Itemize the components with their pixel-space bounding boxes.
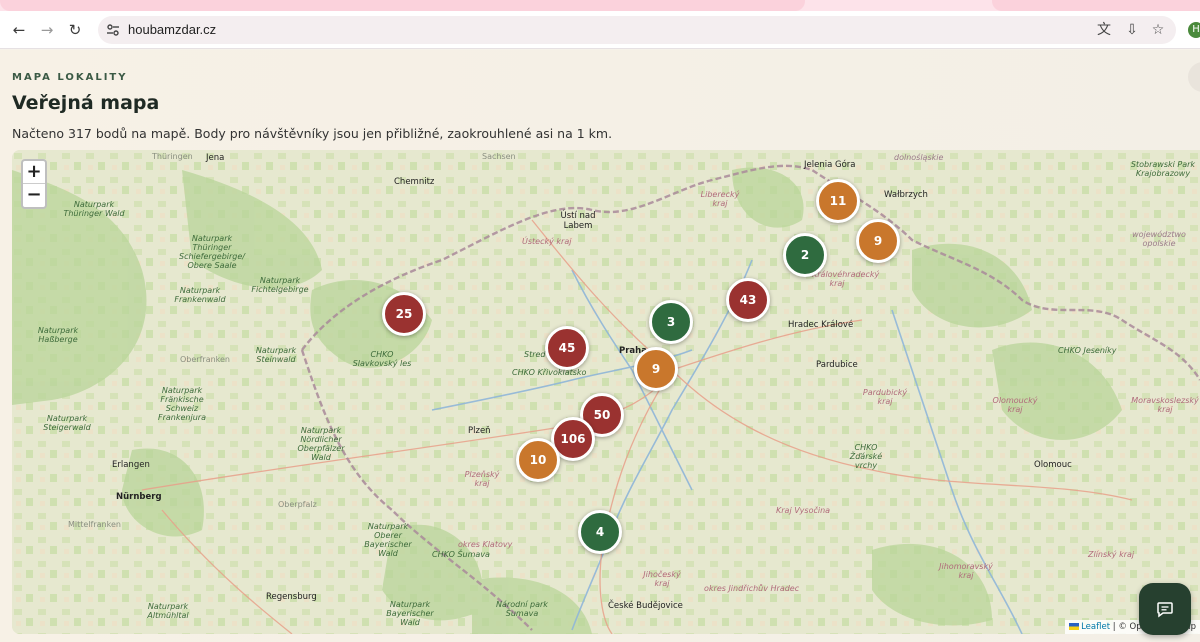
place-label: Královéhradecký kraj — [812, 270, 880, 288]
place-label: Mittelfranken — [68, 520, 121, 529]
place-label: Moravskoslezský kraj — [1131, 396, 1199, 414]
marker-cluster[interactable]: 25 — [382, 292, 426, 336]
place-label: Kraj Vysočina — [776, 506, 831, 515]
place-label: CHKO Jeseníky — [1058, 346, 1117, 355]
chat-icon — [1157, 602, 1173, 618]
marker-cluster[interactable]: 2 — [783, 233, 827, 277]
place-label: Sachsen — [482, 152, 516, 161]
place-label: Stobrawski Park Krajobrazowy — [1130, 160, 1196, 178]
place-label: Naturpark Bayerischer Wald — [386, 600, 434, 627]
page-content: MAPA LOKALITY Veřejná mapa Načteno 317 b… — [0, 50, 1200, 642]
place-label: Naturpark Frankenwald — [174, 286, 226, 304]
profile-avatar[interactable]: H — [1188, 22, 1200, 38]
place-label: okres Klatovy — [458, 540, 513, 549]
place-label: Jihomoravský kraj — [939, 562, 993, 580]
place-label: Regensburg — [266, 592, 317, 602]
place-label: Thüringen — [152, 152, 193, 161]
place-label: Naturpark Fränkische Schweiz Frankenjura — [158, 386, 206, 422]
place-label: Naturpark Haßberge — [37, 326, 79, 344]
marker-cluster[interactable]: 11 — [816, 179, 860, 223]
place-label: CHKO Slavkovský les — [352, 350, 412, 368]
place-label: Nürnberg — [116, 492, 162, 502]
marker-cluster[interactable]: 9 — [634, 347, 678, 391]
url-text[interactable]: houbamzdar.cz — [128, 22, 216, 37]
place-label: Olomouc — [1034, 460, 1072, 470]
place-label: Liberecký kraj — [700, 190, 740, 208]
map-container[interactable]: Thüringen Jena Sachsen Chemnitz Jelenia … — [12, 150, 1200, 634]
place-label: Oberpfalz — [278, 500, 317, 509]
place-label: Naturpark Nördlicher Oberpfälzer Wald — [297, 426, 345, 462]
install-app-icon[interactable]: ⇩ — [1124, 22, 1140, 38]
back-arrow-icon[interactable]: ← — [8, 19, 30, 41]
page-eyebrow: MAPA LOKALITY — [12, 72, 128, 83]
place-label: Ústí nad Labem — [560, 211, 596, 231]
place-label: Chemnitz — [394, 177, 435, 187]
place-label: Jena — [206, 153, 225, 163]
zoom-control: + − — [21, 159, 47, 209]
forward-arrow-icon[interactable]: → — [36, 19, 58, 41]
page-title: Veřejná mapa — [12, 92, 160, 114]
place-label: Naturpark Thüringer Wald — [63, 200, 125, 218]
leaflet-link[interactable]: Leaflet — [1081, 622, 1110, 632]
place-label: CHKO Žďárské vrchy — [849, 443, 883, 470]
marker-cluster[interactable]: 43 — [726, 278, 770, 322]
place-label: Oberfranken — [180, 355, 231, 364]
marker-cluster[interactable]: 45 — [545, 326, 589, 370]
reload-icon[interactable]: ↻ — [64, 19, 86, 41]
side-button[interactable] — [1188, 62, 1200, 92]
chat-button[interactable] — [1139, 583, 1191, 635]
browser-toolbar: ← → ↻ houbamzdar.cz 文 ⇩ ☆ H — [0, 11, 1200, 49]
place-label: Jihočeský kraj — [643, 570, 681, 588]
tab-strip — [0, 0, 1200, 11]
zoom-out-button[interactable]: − — [23, 184, 45, 207]
place-label: okres Jindřichův Hradec — [704, 584, 800, 593]
place-label: Naturpark Fichtelgebirge — [251, 276, 309, 294]
marker-cluster[interactable]: 4 — [578, 510, 622, 554]
zoom-in-button[interactable]: + — [23, 161, 45, 184]
place-label: Pardubice — [816, 360, 858, 370]
place-label: CHKO Šumava — [432, 550, 490, 559]
place-label: województwo opolskie — [1132, 230, 1186, 248]
place-label: Hradec Králové — [788, 320, 854, 330]
marker-cluster[interactable]: 10 — [516, 438, 560, 482]
bookmark-star-icon[interactable]: ☆ — [1150, 22, 1166, 38]
place-label: Naturpark Steigerwald — [43, 414, 91, 432]
place-label: Wałbrzych — [884, 190, 928, 200]
page-subtitle: Načteno 317 bodů na mapě. Body pro návšt… — [12, 126, 613, 141]
place-label: Olomoucký kraj — [992, 396, 1038, 414]
place-label: Naturpark Altmühltal — [147, 602, 189, 620]
ukraine-flag-icon — [1069, 623, 1080, 630]
place-label: Naturpark Oberer Bayerischer Wald — [364, 522, 412, 558]
browser-tab[interactable] — [0, 0, 805, 11]
browser-tab[interactable] — [992, 0, 1200, 11]
translate-icon[interactable]: 文 — [1096, 22, 1112, 38]
site-settings-icon[interactable] — [106, 23, 120, 37]
place-label: Ústecký kraj — [522, 237, 572, 246]
place-label: CHKO Křivoklátsko — [512, 368, 587, 377]
place-label: Stred — [524, 350, 546, 359]
place-label: Plzeňský kraj — [464, 470, 500, 488]
place-label: Pardubický kraj — [862, 388, 908, 406]
place-label: Jelenia Góra — [804, 160, 856, 170]
place-label: Zlínský kraj — [1088, 550, 1135, 559]
place-label: Plzeň — [468, 426, 491, 436]
place-label: Národní park Šumava — [496, 600, 548, 618]
place-label: Naturpark Steinwald — [255, 346, 297, 364]
place-label: Naturpark Thüringer Schiefergebirge/ Obe… — [178, 234, 245, 270]
marker-cluster[interactable]: 3 — [649, 300, 693, 344]
place-label: Erlangen — [112, 460, 150, 470]
address-bar[interactable]: houbamzdar.cz 文 ⇩ ☆ — [98, 16, 1176, 44]
marker-cluster[interactable]: 9 — [856, 219, 900, 263]
place-label: dolnośląskie — [894, 153, 944, 162]
place-label: České Budějovice — [608, 601, 683, 611]
